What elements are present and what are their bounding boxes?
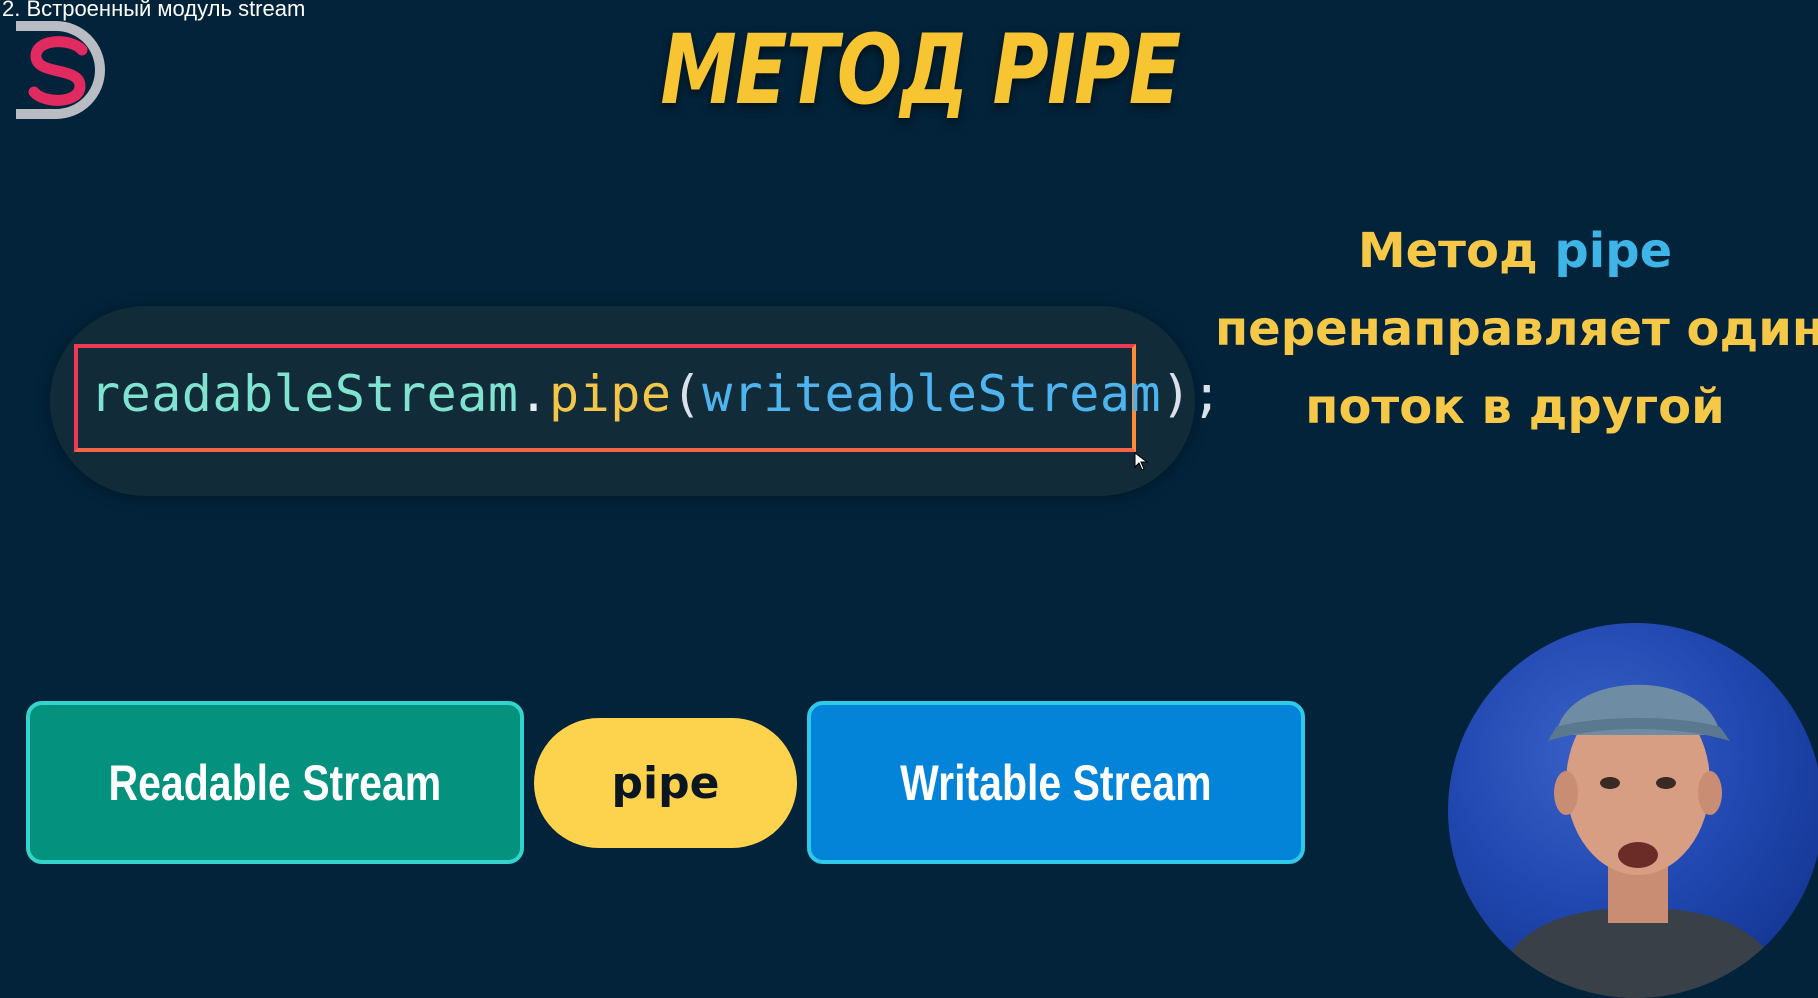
code-line: readableStream.pipe(writeableStream);: [90, 365, 1222, 423]
description: Метод pipe перенаправляет один поток в д…: [1215, 212, 1818, 446]
pipe-pill: pipe: [534, 718, 797, 848]
presenter-webcam: [1448, 623, 1818, 998]
writable-stream-box: Writable Stream: [807, 701, 1305, 864]
description-line-1: Метод pipe: [1215, 212, 1815, 290]
pipe-label: pipe: [611, 757, 720, 809]
mouse-cursor-icon: [1134, 452, 1149, 471]
presenter-image: [1488, 684, 1793, 998]
code-argument: writeableStream: [702, 365, 1162, 423]
description-prefix: Метод: [1357, 223, 1555, 279]
code-close-paren: ): [1161, 365, 1192, 423]
description-line-3: поток в другой: [1305, 379, 1725, 435]
writable-stream-label: Writable Stream: [900, 754, 1212, 811]
code-dot: .: [518, 365, 550, 423]
description-line-2: перенаправляет один: [1215, 301, 1818, 357]
code-object: readableStream: [90, 365, 519, 423]
channel-logo-icon: [16, 21, 105, 119]
readable-stream-box: Readable Stream: [26, 701, 524, 864]
code-method: pipe: [549, 365, 672, 423]
slide-title: МЕТОД PIPE: [660, 14, 1181, 126]
code-open-paren: (: [671, 365, 703, 423]
readable-stream-label: Readable Stream: [108, 754, 442, 811]
description-accent: pipe: [1554, 223, 1673, 279]
